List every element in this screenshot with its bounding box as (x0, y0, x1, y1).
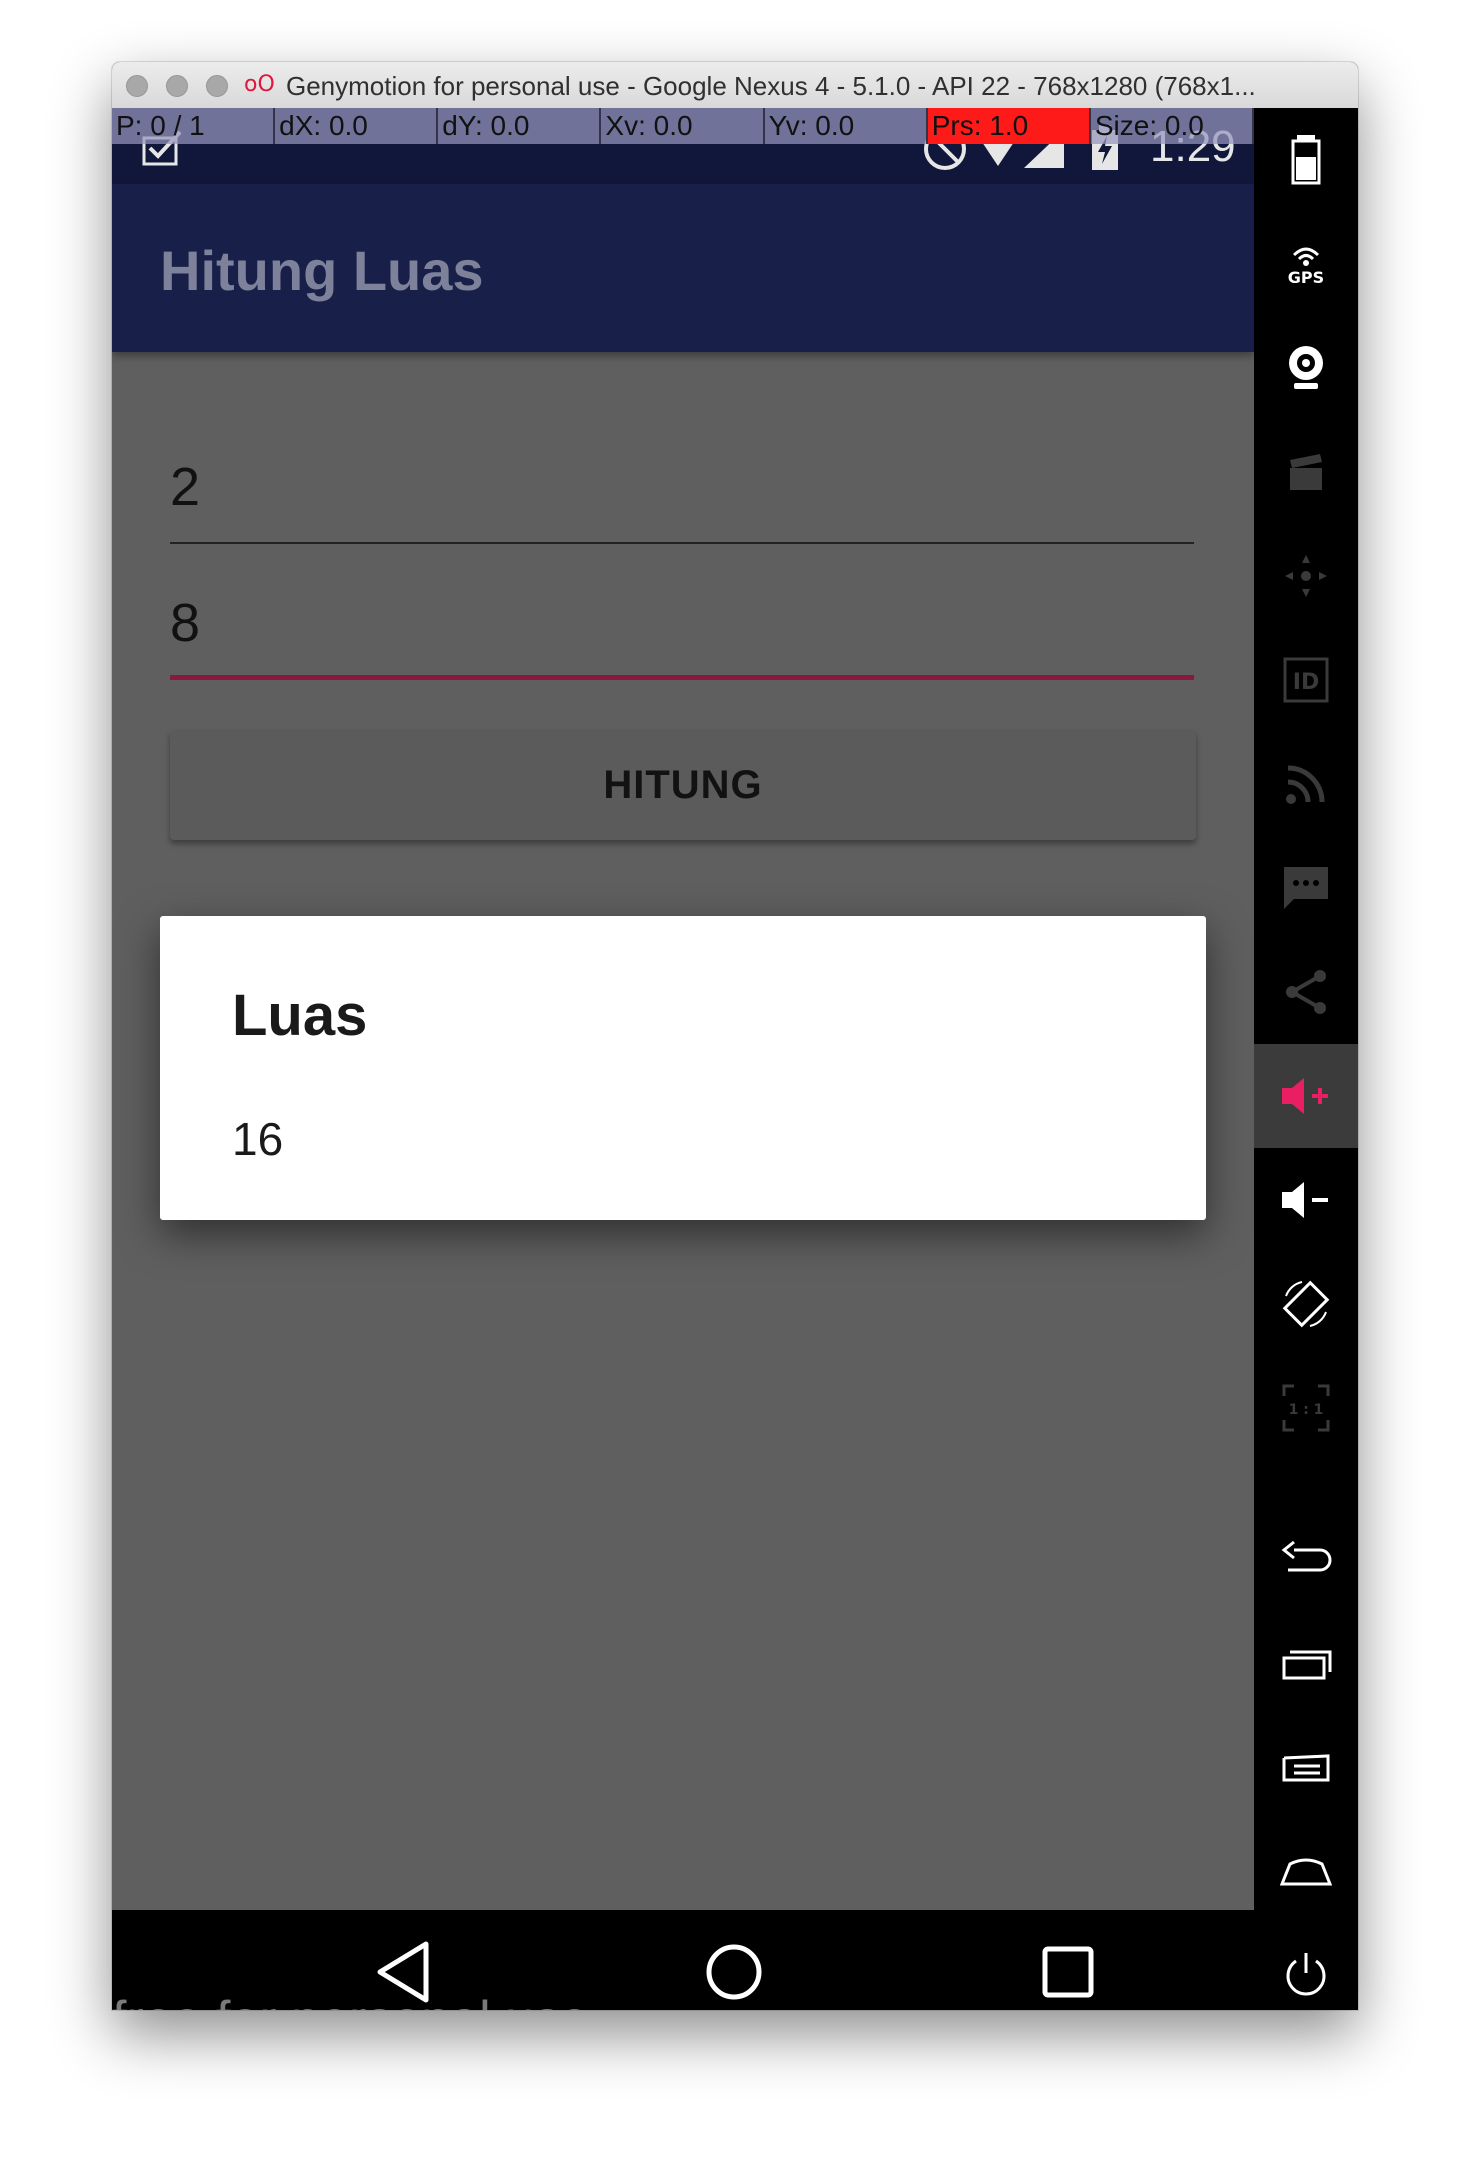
home-icon (1280, 1858, 1332, 1886)
pixel-perfect-icon: 1 : 1 (1282, 1384, 1330, 1432)
message-icon (1284, 867, 1328, 909)
pointer-location-overlay: P: 0 / 1 dX: 0.0 dY: 0.0 Xv: 0.0 Yv: 0.0… (112, 108, 1254, 144)
second-number-input[interactable]: 8 (170, 580, 1194, 680)
home-circle-icon (706, 1944, 762, 2000)
battery-icon (1291, 135, 1321, 185)
menu-button[interactable] (1254, 1716, 1358, 1820)
first-number-underline (170, 542, 1194, 544)
nav-home-button[interactable] (674, 1902, 794, 2010)
first-number-input[interactable]: 2 (170, 444, 1194, 544)
pointer-count: P: 0 / 1 (112, 108, 276, 144)
pointer-size: Size: 0.0 (1091, 108, 1254, 144)
battery-widget-button[interactable] (1254, 108, 1358, 212)
recent-apps-button[interactable] (1254, 1612, 1358, 1716)
pixel-perfect-button[interactable]: 1 : 1 (1254, 1356, 1358, 1460)
pointer-dx: dX: 0.0 (275, 108, 439, 144)
app-bar: Hitung Luas (112, 184, 1254, 352)
volume-down-button[interactable] (1254, 1148, 1358, 1252)
webcam-icon (1289, 346, 1323, 389)
id-label: ID (1293, 670, 1319, 695)
id-card-icon: ID (1283, 657, 1329, 703)
second-number-value: 8 (170, 593, 201, 653)
nav-recents-button[interactable] (1008, 1902, 1128, 2010)
first-number-value: 2 (170, 457, 201, 517)
pointer-dy: dY: 0.0 (438, 108, 602, 144)
recent-apps-icon (1282, 1650, 1332, 1680)
volume-down-icon (1282, 1182, 1328, 1218)
home-button[interactable] (1254, 1820, 1358, 1924)
phone-sms-widget-button[interactable] (1254, 836, 1358, 940)
hitung-button[interactable]: HITUNG (170, 730, 1196, 840)
window-zoom-button[interactable] (206, 75, 228, 97)
genymotion-sidebar: GPS ID 1: 1 (1254, 108, 1358, 2010)
dialog-title: Luas (232, 983, 368, 1048)
window-title: Genymotion for personal use - Google Nex… (286, 71, 1256, 101)
window-minimize-button[interactable] (166, 75, 188, 97)
network-feed-icon (1286, 765, 1325, 804)
genymotion-logo-icon: oO (244, 72, 275, 97)
identifiers-widget-button[interactable]: ID (1254, 628, 1358, 732)
volume-up-button[interactable] (1254, 1044, 1358, 1148)
back-arrow-icon (1281, 1540, 1332, 1572)
pixel-perfect-label: 1 : 1 (1289, 1402, 1324, 1418)
app-title: Hitung Luas (160, 239, 484, 302)
volume-up-icon (1282, 1078, 1328, 1114)
rotate-device-icon (1282, 1280, 1330, 1328)
pointer-yv: Yv: 0.0 (765, 108, 928, 144)
window-close-button[interactable] (126, 75, 148, 97)
emulator-window: oO Genymotion for personal use - Google … (112, 62, 1358, 2010)
pointer-pressure: Prs: 1.0 (927, 108, 1091, 144)
network-widget-button[interactable] (1254, 732, 1358, 836)
dialog-message: 16 (232, 1113, 284, 1165)
power-button[interactable] (1254, 1922, 1358, 2026)
pointer-xv: Xv: 0.0 (601, 108, 765, 144)
share-widget-button[interactable] (1254, 940, 1358, 1044)
clapperboard-icon (1290, 454, 1322, 490)
personal-use-watermark: free for personal use (112, 1990, 589, 2010)
gps-icon: GPS (1288, 247, 1324, 287)
phone-screen: 1:29 P: 0 / 1 dX: 0.0 dY: 0.0 Xv: 0.0 Yv… (112, 108, 1254, 2010)
gps-widget-button[interactable]: GPS (1254, 212, 1358, 316)
dpad-icon (1285, 555, 1327, 597)
screencast-widget-button[interactable] (1254, 420, 1358, 524)
gps-label: GPS (1288, 268, 1324, 287)
camera-widget-button[interactable] (1254, 316, 1358, 420)
second-number-underline (170, 675, 1194, 680)
result-dialog: Luas 16 (160, 916, 1206, 1220)
power-icon (1286, 1953, 1326, 1996)
recents-square-icon (1042, 1946, 1094, 1998)
menu-icon (1282, 1754, 1330, 1782)
share-icon (1286, 970, 1326, 1014)
back-button[interactable] (1254, 1508, 1358, 1612)
rotate-button[interactable] (1254, 1252, 1358, 1356)
window-titlebar: oO Genymotion for personal use - Google … (112, 62, 1358, 109)
remote-control-widget-button[interactable] (1254, 524, 1358, 628)
